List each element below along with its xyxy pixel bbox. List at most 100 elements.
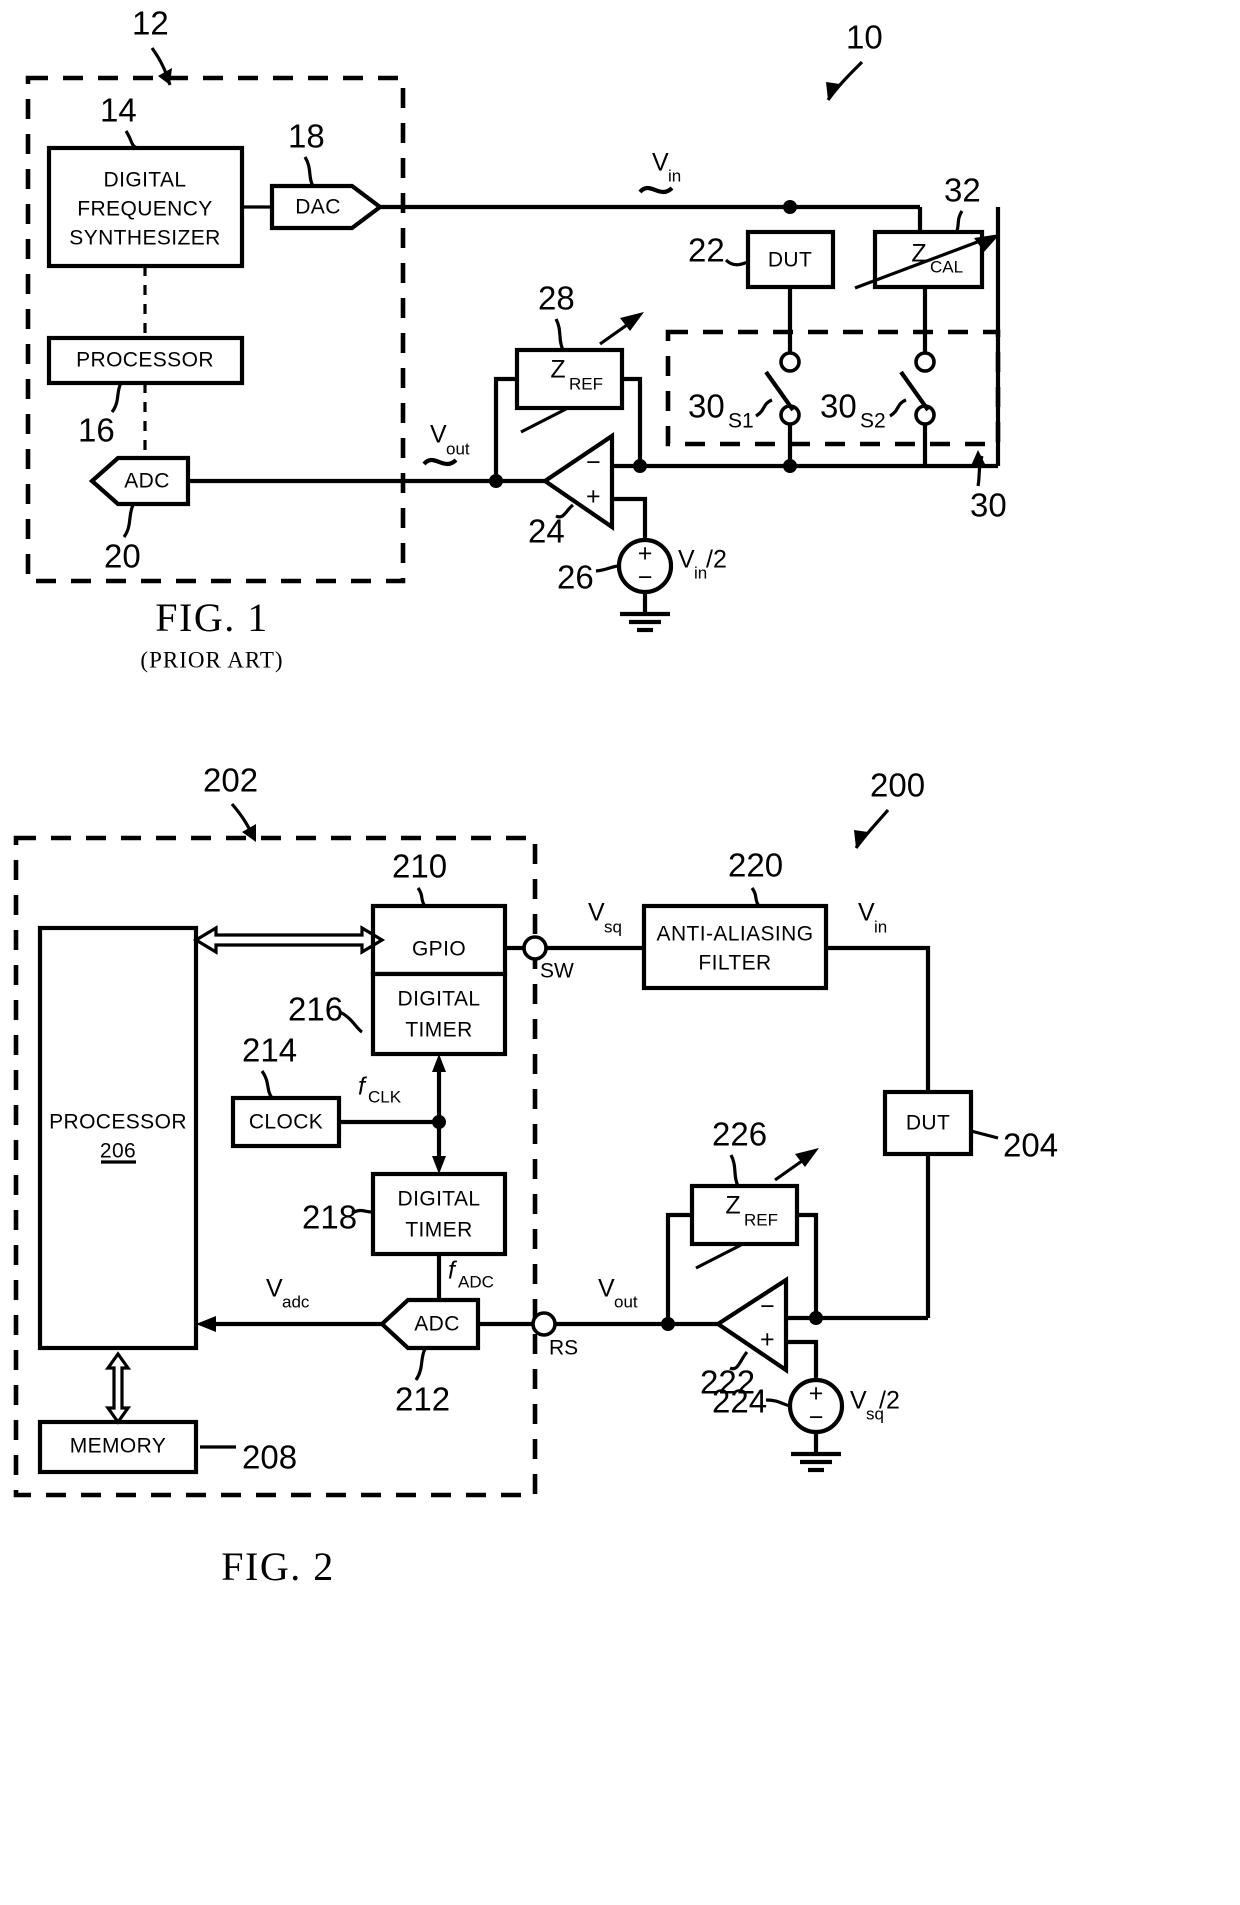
fig2-vadc-sub: adc xyxy=(282,1292,310,1311)
fig1-subcaption: (PRIOR ART) xyxy=(140,647,283,672)
fig2-rs-terminal-label: RS xyxy=(549,1337,578,1360)
fig2-vout-node xyxy=(661,1317,675,1331)
fig1-vin-label: V xyxy=(652,149,669,177)
fig2-inverting-node-dot xyxy=(809,1311,823,1325)
fig2-processor-memory-bus xyxy=(104,1351,132,1425)
fig1-zref-variable-line xyxy=(520,407,567,434)
fig1-dfs-label-1: DIGITAL xyxy=(104,169,187,192)
fig1-noninverting-wire xyxy=(612,496,648,541)
fig1-dac-label: DAC xyxy=(295,196,341,219)
fig1-dfs-ref: 14 xyxy=(100,92,137,129)
fig2-source-ref: 224 xyxy=(712,1383,767,1420)
fig2-zref-sub: REF xyxy=(744,1210,778,1229)
fig1-vin-node xyxy=(783,200,797,214)
fig1-vout-label: V xyxy=(430,421,447,449)
fig2-amp-plus-icon: + xyxy=(760,1326,775,1354)
fig2-processor-ref: 206 xyxy=(100,1140,136,1163)
fig2-zref-left-wire xyxy=(665,1212,692,1324)
fig1-vout-sub: out xyxy=(446,439,470,458)
fig2-vadc-label: V xyxy=(266,1275,283,1303)
fig2-source-label: V xyxy=(850,1387,867,1415)
fig2-source-minus-icon: − xyxy=(809,1404,824,1432)
fig1-zref-right-wire xyxy=(622,376,643,466)
fig1-system-leader xyxy=(826,60,864,101)
fig1-adc-ref: 20 xyxy=(104,538,141,575)
fig1-sw1-blade xyxy=(764,370,795,412)
fig1-vin-sub: in xyxy=(668,166,681,185)
fig2-rs-terminal xyxy=(531,1311,557,1337)
fig2-timer216-label-2: TIMER xyxy=(405,1019,472,1042)
fig1-source-ref: 26 xyxy=(557,559,594,596)
fig1-sw2-blade xyxy=(899,370,930,412)
fig1-source-minus-icon: − xyxy=(638,564,653,592)
figure-1: 10 12 DIGITAL FREQUENCY SYNTHESIZER 14 D… xyxy=(25,5,1007,672)
fig1-switchbank-ref: 30 xyxy=(970,487,1007,524)
fig2-vsq-label: V xyxy=(588,899,605,927)
fig1-dfs-label-3: SYNTHESIZER xyxy=(69,227,220,250)
fig1-enclosure-ref: 12 xyxy=(132,5,169,42)
fig2-clock-leader xyxy=(260,1070,274,1099)
fig2-memory-ref: 208 xyxy=(242,1439,297,1476)
fig1-processor-leader xyxy=(110,382,123,413)
fig2-system-ref: 200 xyxy=(870,767,925,804)
fig2-timer218-block xyxy=(370,1171,508,1257)
fig2-amplifier xyxy=(714,1276,789,1374)
fig2-vin-wire xyxy=(826,945,931,1092)
fig1-dfs-leader xyxy=(124,130,138,150)
fig2-system-arrowhead xyxy=(854,830,868,848)
fig2-gpio-leader xyxy=(416,887,427,908)
fig2-filter-label-2: FILTER xyxy=(698,952,771,975)
fig2-amp-minus-icon: − xyxy=(760,1293,775,1321)
fig1-vin-squiggle-icon xyxy=(638,185,674,195)
fig1-zref-leader xyxy=(554,318,565,351)
fig2-caption: FIG. 2 xyxy=(221,1544,334,1589)
fig2-processor-block xyxy=(37,925,199,1351)
patent-figure-sheet: 10 12 DIGITAL FREQUENCY SYNTHESIZER 14 D… xyxy=(0,0,1240,1905)
fig2-filter-label-1: ANTI-ALIASING xyxy=(657,923,814,946)
fig2-dut-ref: 204 xyxy=(1003,1127,1058,1164)
fig2-adc-leader xyxy=(414,1348,427,1381)
fig2-processor-gpio-bus xyxy=(192,925,386,955)
fig1-sw2-ref: 30 xyxy=(820,388,857,425)
fig1-vout-node xyxy=(489,474,503,488)
figures-canvas: 10 12 DIGITAL FREQUENCY SYNTHESIZER 14 D… xyxy=(13,5,1058,1589)
fig1-source-label: V xyxy=(678,546,695,574)
fig2-clock-ref: 214 xyxy=(242,1032,297,1069)
figure-2: 200 202 PROCESSOR 206 MEMORY 208 GPIO 21… xyxy=(13,762,1058,1589)
fig2-gpio-ref: 210 xyxy=(392,848,447,885)
fig1-sw1-ref: 30 xyxy=(688,388,725,425)
fig1-sw1-top-terminal xyxy=(779,351,801,373)
fig2-timer218-leader xyxy=(351,1208,373,1215)
fig1-zref-sub: REF xyxy=(569,374,603,393)
fig2-zref-leader xyxy=(729,1154,740,1187)
fig2-fclk-down-arrowhead xyxy=(432,1156,446,1174)
fig1-zref-ref: 28 xyxy=(538,280,575,317)
fig2-processor-label: PROCESSOR xyxy=(49,1111,187,1134)
fig2-timer216-block xyxy=(370,971,508,1057)
fig1-adc-label: ADC xyxy=(124,470,170,493)
fig2-timer216-leader xyxy=(339,1010,363,1034)
fig1-dfs-label-2: FREQUENCY xyxy=(77,198,212,221)
fig1-vout-squiggle-icon xyxy=(422,457,458,467)
fig1-sw2-top-terminal xyxy=(914,351,936,373)
fig2-vsq-sub: sq xyxy=(604,917,622,936)
fig2-dut-leader xyxy=(970,1129,999,1140)
fig2-filter-block xyxy=(641,903,829,991)
fig2-clock-label: CLOCK xyxy=(249,1111,323,1134)
fig1-sw1-sub: S1 xyxy=(728,410,754,433)
fig1-sw1-leader xyxy=(755,398,773,418)
fig2-sw-terminal xyxy=(522,935,548,961)
fig1-processor-ref: 16 xyxy=(78,412,115,449)
fig1-amp-minus-icon: − xyxy=(586,449,601,477)
fig1-system-ref: 10 xyxy=(846,19,883,56)
fig2-memory-label: MEMORY xyxy=(70,1435,167,1458)
fig2-source-label-tail: /2 xyxy=(879,1387,900,1415)
fig2-zref-variable-line xyxy=(695,1243,742,1270)
fig1-dac-ref: 18 xyxy=(288,118,325,155)
fig1-processor-label: PROCESSOR xyxy=(76,349,214,372)
fig2-sw-terminal-label: SW xyxy=(540,960,574,983)
fig1-inverting-node-dot xyxy=(633,459,647,473)
fig1-adc-leader xyxy=(122,504,135,538)
fig2-vadc-arrowhead xyxy=(196,1316,216,1332)
fig2-vin-sub: in xyxy=(874,917,887,936)
